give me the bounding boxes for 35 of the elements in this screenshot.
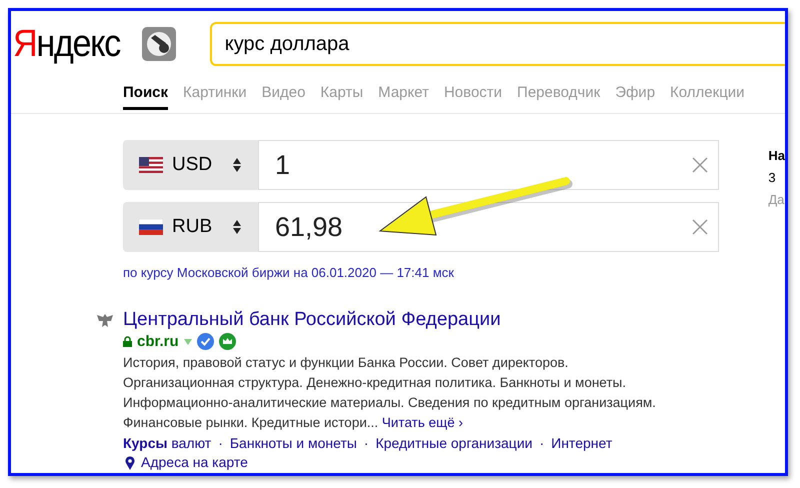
us-flag-icon: [139, 157, 163, 173]
separator-dot: ·: [539, 434, 544, 452]
map-pin-icon: [125, 456, 135, 470]
crown-badge-icon: [218, 333, 236, 350]
address-link[interactable]: Адреса на карте: [141, 454, 248, 471]
verified-badge-icon: [196, 333, 214, 350]
clear-icon[interactable]: [692, 157, 708, 173]
currency-select[interactable]: USD: [123, 140, 258, 190]
sitelink[interactable]: Интернет: [551, 434, 612, 452]
amount-field[interactable]: 61,98: [258, 202, 719, 252]
currency-select[interactable]: RUB: [123, 202, 258, 252]
separator-dot: ·: [218, 434, 223, 452]
sort-icon: [233, 219, 241, 235]
app-icon[interactable]: [142, 27, 176, 61]
read-more-link[interactable]: Читать ещё ›: [382, 415, 463, 430]
logo[interactable]: Яндекс: [13, 22, 120, 66]
result-title-link[interactable]: Центральный банк Российской Федерации: [123, 309, 501, 331]
sitelink[interactable]: Банкноты и монеты: [230, 434, 357, 452]
amount-field[interactable]: 1: [258, 140, 719, 190]
result-description: История, правовой статус и функции Банка России. Совет директоров. Организационная структура. Денежно-кредитная политика. Банкноты и монеты. Информационно-аналитические материалы. Сведения по кредитным организациям. Финансовые рынки. Кредитные истори... Читать ещё ›: [123, 354, 657, 432]
side-text: 3: [768, 170, 777, 185]
separator-dot: ·: [364, 434, 369, 452]
lock-icon: [123, 336, 132, 347]
side-text: Да: [768, 192, 785, 207]
sort-icon: [233, 157, 241, 173]
russia-flag-icon: [139, 219, 163, 235]
clear-icon[interactable]: [692, 219, 708, 235]
sitelink[interactable]: Кредитные организации: [376, 434, 532, 452]
search-field[interactable]: курс доллара: [210, 22, 785, 66]
tab[interactable]: Поиск: [123, 80, 168, 110]
url-link[interactable]: cbr.ru: [137, 333, 179, 350]
source-link[interactable]: по курсу Московской биржи на 06.01.2020 — 17:41 мск: [123, 265, 454, 280]
sitelink[interactable]: Курсы валют: [123, 434, 212, 452]
side-text: На: [768, 148, 785, 163]
dropdown-caret-icon[interactable]: [184, 338, 192, 344]
